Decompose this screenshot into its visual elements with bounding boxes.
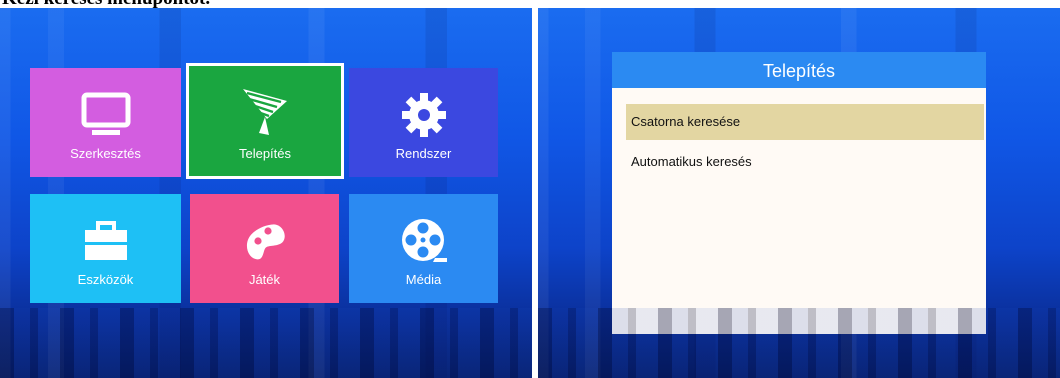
tile-label: Rendszer	[395, 146, 452, 161]
tile-eszkozok[interactable]: Eszközök	[30, 194, 181, 303]
tile-label: Telepítés	[238, 146, 292, 161]
main-menu-screen: Szerkesztés Telepítés Rendszer Eszközök …	[0, 8, 532, 378]
menu-item-auto-search[interactable]: Automatikus keresés	[626, 144, 984, 180]
install-screen: Telepítés Csatorna keresése Automatikus …	[538, 8, 1060, 378]
tile-telepites[interactable]: Telepítés	[186, 63, 344, 179]
toolbox-icon	[30, 216, 181, 266]
tile-szerkesztes[interactable]: Szerkesztés	[30, 68, 181, 177]
page-heading: Kézi keresés menüpontot.	[2, 0, 210, 8]
dialog-title: Telepítés	[612, 52, 986, 88]
satellite-dish-icon	[188, 87, 342, 137]
film-reel-icon	[349, 216, 498, 266]
tile-jatek[interactable]: Játék	[190, 194, 339, 303]
install-dialog: Telepítés Csatorna keresése Automatikus …	[612, 52, 986, 334]
tv-icon	[30, 90, 181, 140]
tile-label: Szerkesztés	[70, 146, 141, 161]
tile-media[interactable]: Média	[349, 194, 498, 303]
tile-label: Játék	[248, 272, 281, 287]
tile-label: Eszközök	[77, 272, 134, 287]
gamepad-icon	[190, 216, 339, 266]
tile-label: Média	[405, 272, 442, 287]
gear-icon	[349, 90, 498, 140]
menu-item-channel-search[interactable]: Csatorna keresése	[626, 104, 984, 140]
tile-rendszer[interactable]: Rendszer	[349, 68, 498, 177]
